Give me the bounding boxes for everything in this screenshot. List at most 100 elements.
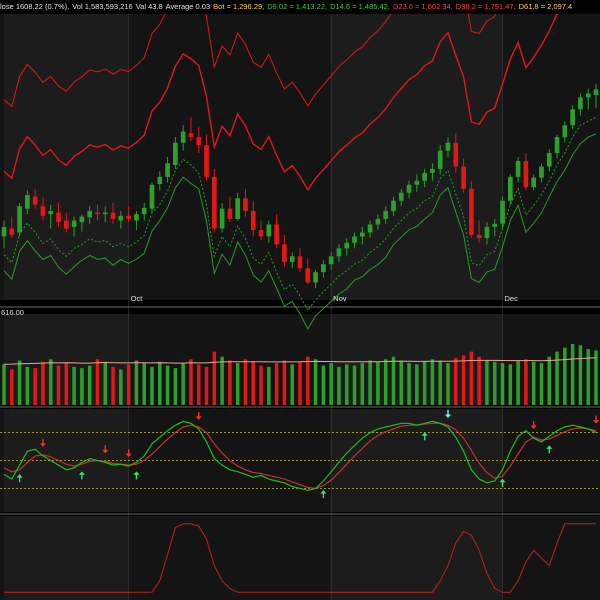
candle — [500, 196, 505, 229]
candle-body — [56, 212, 61, 223]
candle-body — [211, 176, 217, 229]
candle-body — [95, 212, 100, 215]
candle-body — [359, 232, 365, 237]
candle-body — [398, 192, 404, 201]
candle-body — [282, 244, 287, 262]
candle-body — [126, 215, 131, 219]
candle — [211, 168, 217, 233]
candle-body — [141, 207, 147, 215]
candle-body — [149, 184, 155, 209]
candle-body — [274, 224, 279, 245]
month-shade — [331, 14, 503, 300]
volume-scale-label: 616.00 — [1, 308, 24, 317]
candle-body — [321, 264, 326, 273]
candle-body — [562, 125, 568, 138]
candle-body — [531, 177, 537, 188]
candle-body — [445, 142, 451, 151]
x-tick-label: Oct — [131, 294, 144, 303]
legend-item: D23.6 = 1,602.34, — [392, 2, 453, 11]
candle — [469, 180, 474, 239]
candle-body — [196, 137, 202, 146]
candle-body — [48, 211, 54, 215]
candle-body — [328, 256, 334, 265]
candle-body — [515, 160, 521, 177]
candle-body — [1, 226, 7, 237]
candle-body — [266, 224, 272, 237]
candle-body — [289, 256, 295, 262]
x-tick-label: Nov — [333, 294, 347, 303]
x-tick-label: Dec — [505, 294, 519, 303]
candle-body — [336, 248, 342, 257]
candle-body — [79, 216, 85, 223]
candle-body — [305, 268, 311, 283]
candle-body — [554, 137, 560, 154]
legend-item: lose 1608.22 (0.7%), — [0, 2, 70, 11]
candle-body — [484, 226, 490, 239]
legend-item: Bot = 1,296.29, — [213, 2, 265, 11]
legend-item: Vol 1,583,593,216 — [72, 2, 133, 11]
candle-body — [165, 163, 170, 177]
candle-body — [430, 168, 435, 173]
candle-body — [406, 184, 412, 193]
chart-canvas[interactable]: OctNovDec2026 — [0, 0, 600, 600]
candle-body — [204, 145, 209, 177]
candle-body — [500, 200, 505, 224]
candle-body — [523, 160, 529, 188]
candle — [507, 174, 513, 205]
candle-body — [118, 215, 124, 221]
candle-body — [63, 220, 69, 229]
candle-body — [258, 230, 264, 237]
candle-body — [188, 133, 194, 138]
candle-body — [157, 176, 163, 185]
month-shade — [4, 14, 129, 300]
candle-body — [585, 93, 591, 98]
candle-body — [134, 214, 139, 221]
candle-body — [180, 131, 186, 143]
month-shade — [331, 516, 503, 600]
legend-item: Val 43.8 — [135, 2, 163, 11]
candle-body — [313, 272, 318, 283]
candle-body — [546, 153, 552, 167]
candle-body — [437, 150, 443, 169]
candle-body — [344, 242, 350, 249]
candle-body — [17, 206, 22, 233]
legend-item: D38.2 = 1,791.47, — [455, 2, 516, 11]
candle-body — [507, 176, 513, 201]
legend-item: Average 0.03 — [165, 2, 211, 11]
legend-header: lose 1608.22 (0.7%), Vol 1,583,593,216 Val… — [0, 0, 600, 14]
candle-body — [227, 208, 233, 219]
candle-body — [593, 89, 599, 96]
candle-body — [375, 218, 381, 225]
candle-body — [32, 196, 38, 205]
candle-body — [250, 211, 256, 231]
candle-body — [40, 206, 46, 216]
legend-item: D14.6 = 1,485.42, — [330, 2, 390, 11]
candle-body — [578, 97, 583, 110]
candle-body — [71, 220, 77, 227]
candle-body — [476, 234, 482, 239]
candle-body — [352, 236, 357, 243]
candle-body — [297, 256, 303, 269]
candle-body — [570, 109, 575, 126]
candle-body — [219, 208, 225, 229]
candle-body — [9, 228, 15, 235]
month-shade — [4, 516, 129, 600]
candle — [17, 203, 22, 237]
candle-body — [391, 200, 396, 212]
candle-body — [383, 211, 389, 219]
candle-body — [453, 142, 459, 167]
candle-body — [102, 212, 108, 215]
candle-body — [110, 212, 116, 219]
candle-body — [25, 195, 30, 209]
candle-body — [87, 211, 93, 218]
candle-body — [469, 188, 474, 235]
candle-body — [539, 166, 544, 178]
candle-body — [243, 198, 248, 212]
legend-item: D9.02 = 1,413.22, — [267, 2, 328, 11]
candle-body — [461, 166, 466, 189]
candle-body — [422, 172, 427, 181]
legend-item: D61.8 = 2,097.4 — [518, 2, 573, 11]
candle-body — [492, 223, 498, 227]
candle-body — [414, 180, 420, 185]
candle — [149, 182, 155, 213]
